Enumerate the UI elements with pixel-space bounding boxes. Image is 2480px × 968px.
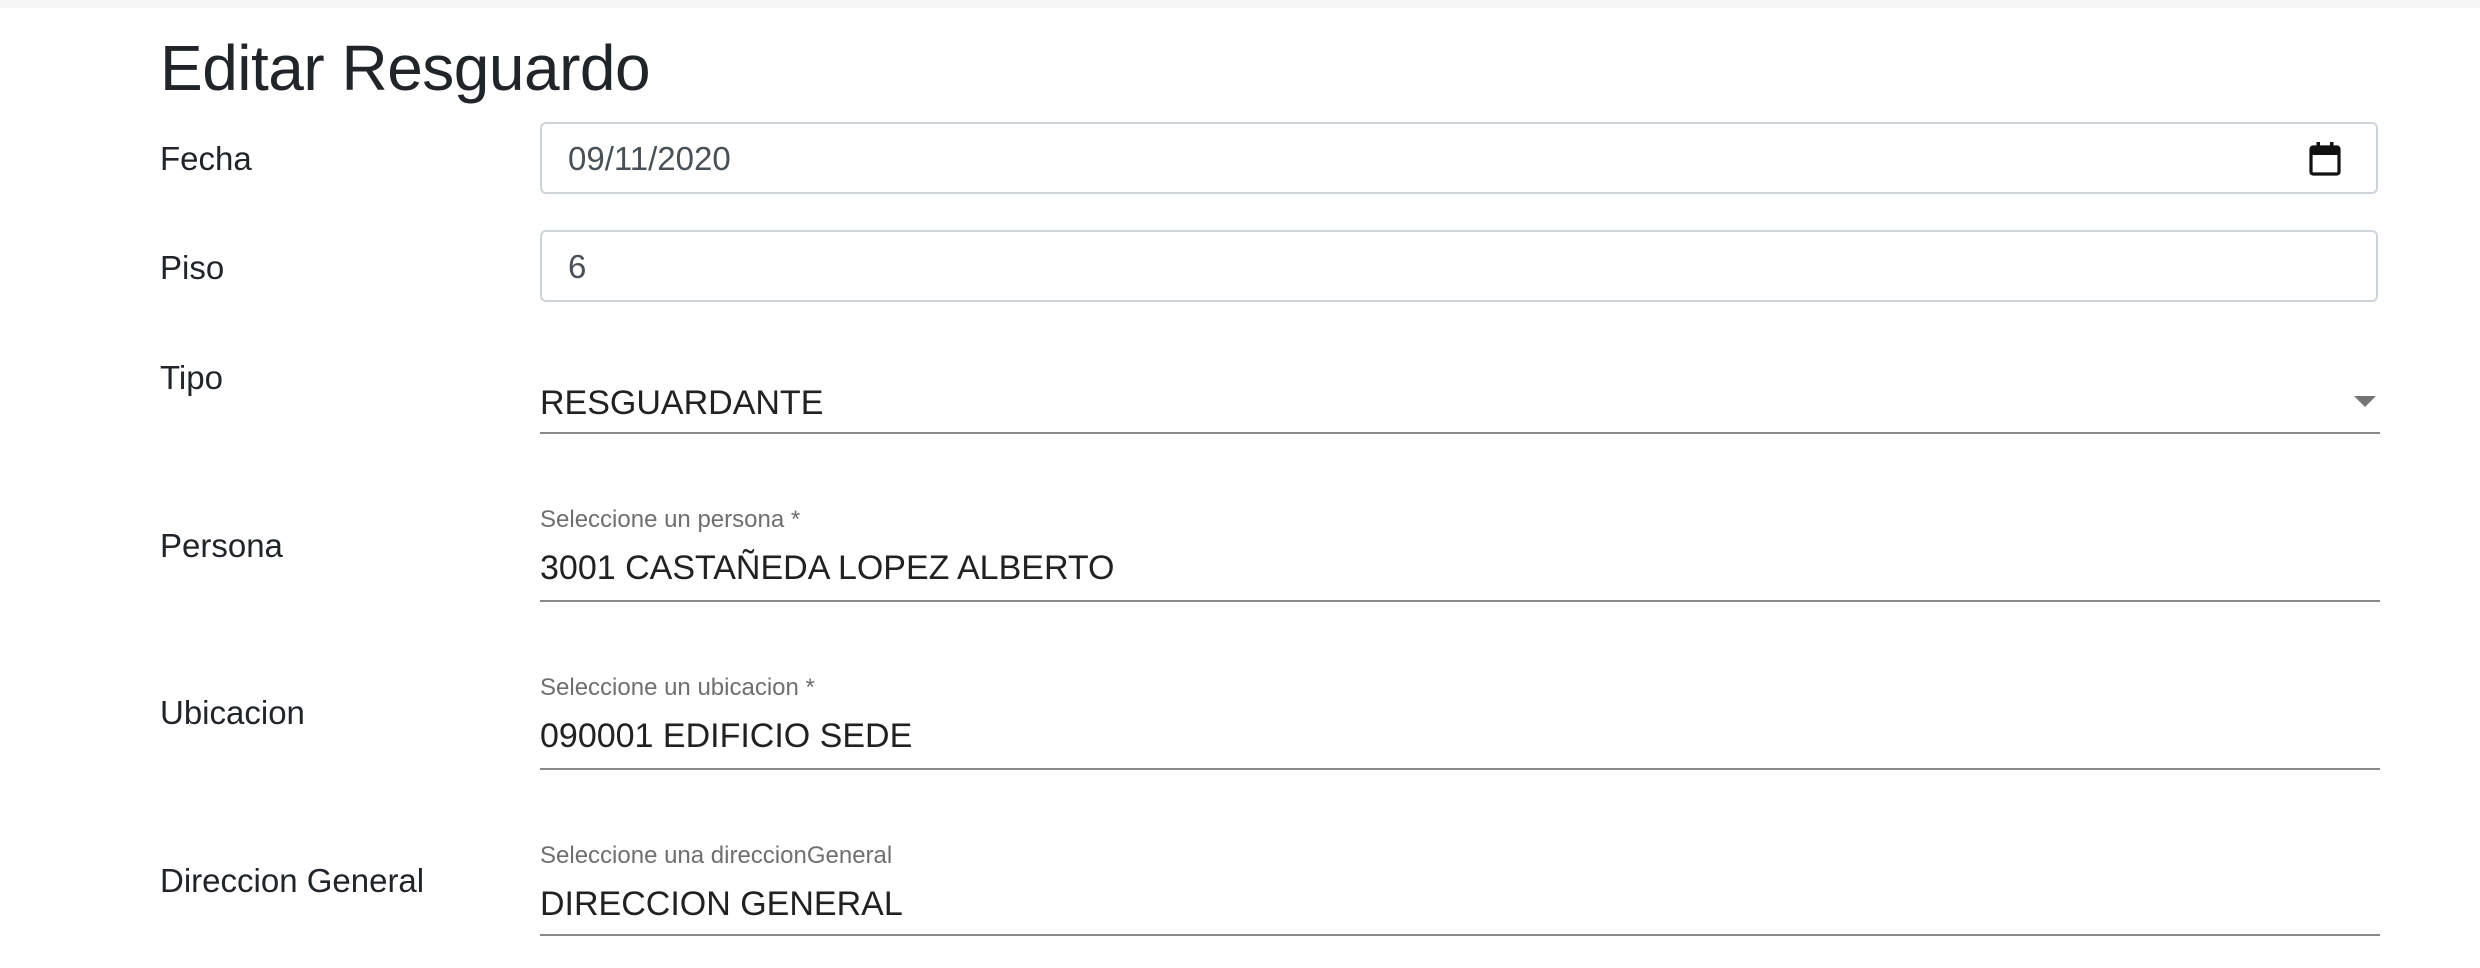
ubicacion-placeholder: Seleccione un ubicacion * xyxy=(540,674,815,701)
direccion-general-label: Direccion General xyxy=(160,862,425,899)
page-title: Editar Resguardo xyxy=(160,32,651,104)
direccion-general-autocomplete[interactable]: Seleccione una direccionGeneral DIRECCIO… xyxy=(540,842,2380,936)
chevron-down-icon[interactable] xyxy=(2354,396,2376,407)
persona-autocomplete[interactable]: Seleccione un persona * 3001 CASTAÑEDA L… xyxy=(540,506,2380,602)
tipo-select[interactable]: RESGUARDANTE xyxy=(540,370,2380,434)
ubicacion-label: Ubicacion xyxy=(160,694,305,731)
direccion-general-value: DIRECCION GENERAL xyxy=(540,885,903,923)
piso-value: 6 xyxy=(568,248,587,285)
fecha-value: 09/11/2020 xyxy=(568,140,731,177)
ubicacion-autocomplete[interactable]: Seleccione un ubicacion * 090001 EDIFICI… xyxy=(540,674,2380,770)
persona-value: 3001 CASTAÑEDA LOPEZ ALBERTO xyxy=(540,549,1115,587)
fecha-date-input[interactable]: 09/11/2020 xyxy=(540,122,2378,194)
calendar-icon[interactable] xyxy=(2308,141,2342,177)
piso-input[interactable]: 6 xyxy=(540,230,2378,302)
ubicacion-value: 090001 EDIFICIO SEDE xyxy=(540,717,913,755)
tipo-label: Tipo xyxy=(160,359,223,396)
persona-label: Persona xyxy=(160,527,283,564)
persona-placeholder: Seleccione un persona * xyxy=(540,506,801,533)
tipo-selected-value: RESGUARDANTE xyxy=(540,384,824,422)
piso-label: Piso xyxy=(160,249,225,286)
fecha-label: Fecha xyxy=(160,140,252,177)
direccion-general-placeholder: Seleccione una direccionGeneral xyxy=(540,842,893,869)
top-bar xyxy=(0,0,2480,8)
